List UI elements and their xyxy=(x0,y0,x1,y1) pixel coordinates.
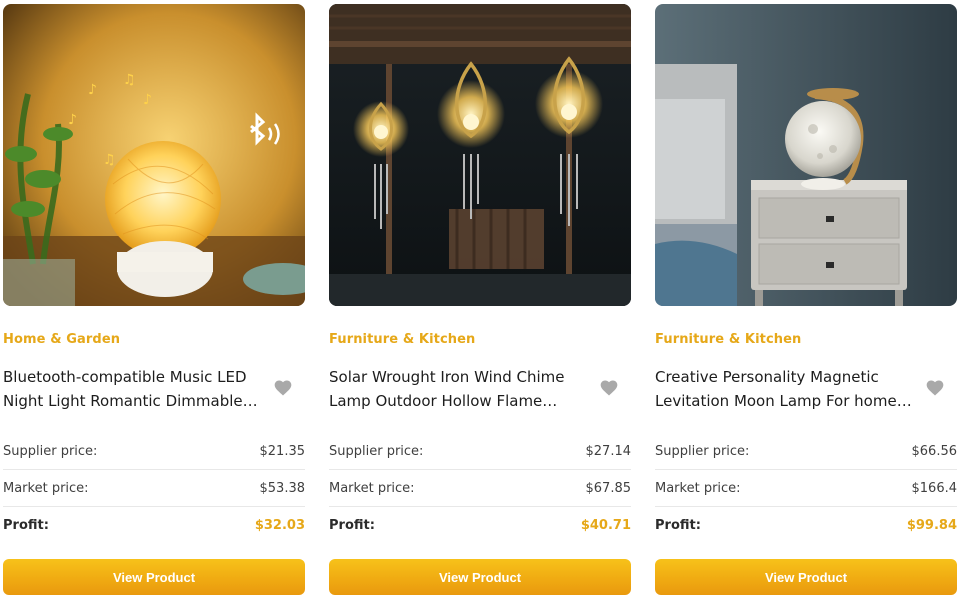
market-price-row: Market price: $53.38 xyxy=(3,470,305,507)
view-product-button[interactable]: View Product xyxy=(655,559,957,595)
profit-label: Profit: xyxy=(3,518,49,533)
svg-text:♫: ♫ xyxy=(103,152,116,168)
heart-icon[interactable] xyxy=(925,378,945,398)
product-title-row: Solar Wrought Iron Wind Chime Lamp Outdo… xyxy=(329,365,631,415)
product-image[interactable]: ♪ ♫ ♪ ♫ ♪ xyxy=(3,4,305,306)
product-category[interactable]: Home & Garden xyxy=(3,332,120,347)
profit-row: Profit: $40.71 xyxy=(329,507,631,544)
product-title-row: Bluetooth-compatible Music LED Night Lig… xyxy=(3,365,305,415)
view-product-button[interactable]: View Product xyxy=(329,559,631,595)
market-price-row: Market price: $166.4 xyxy=(655,470,957,507)
supplier-price-row: Supplier price: $27.14 xyxy=(329,433,631,470)
market-price-label: Market price: xyxy=(3,480,89,496)
moon-lamp-image xyxy=(655,4,957,306)
product-category[interactable]: Furniture & Kitchen xyxy=(655,332,801,347)
supplier-price-value: $21.35 xyxy=(259,443,306,459)
supplier-price-value: $27.14 xyxy=(585,443,632,459)
supplier-price-value: $66.56 xyxy=(911,443,958,459)
profit-label: Profit: xyxy=(655,518,701,533)
supplier-price-label: Supplier price: xyxy=(655,443,750,459)
product-grid: ♪ ♫ ♪ ♫ ♪ Home & Garden Bluetooth-compat… xyxy=(0,0,971,605)
profit-row: Profit: $32.03 xyxy=(3,507,305,544)
market-price-value: $166.4 xyxy=(911,480,958,496)
profit-value: $99.84 xyxy=(906,518,957,533)
profit-label: Profit: xyxy=(329,518,375,533)
product-card: Furniture & Kitchen Solar Wrought Iron W… xyxy=(329,4,631,601)
market-price-label: Market price: xyxy=(329,480,415,496)
profit-value: $32.03 xyxy=(254,518,305,533)
product-category[interactable]: Furniture & Kitchen xyxy=(329,332,475,347)
svg-text:♪: ♪ xyxy=(68,112,77,128)
product-image[interactable] xyxy=(329,4,631,306)
market-price-value: $53.38 xyxy=(259,480,306,496)
supplier-price-row: Supplier price: $21.35 xyxy=(3,433,305,470)
market-price-label: Market price: xyxy=(655,480,741,496)
product-title-row: Creative Personality Magnetic Levitation… xyxy=(655,365,957,415)
product-title[interactable]: Bluetooth-compatible Music LED Night Lig… xyxy=(3,365,261,413)
product-title[interactable]: Solar Wrought Iron Wind Chime Lamp Outdo… xyxy=(329,365,587,413)
svg-text:♪: ♪ xyxy=(88,82,97,98)
ball-night-light-image: ♪ ♫ ♪ ♫ ♪ xyxy=(3,4,305,306)
svg-text:♪: ♪ xyxy=(143,92,152,108)
wind-chime-lamp-image xyxy=(329,4,631,306)
market-price-value: $67.85 xyxy=(585,480,632,496)
view-product-button[interactable]: View Product xyxy=(3,559,305,595)
supplier-price-label: Supplier price: xyxy=(329,443,424,459)
product-card: Furniture & Kitchen Creative Personality… xyxy=(655,4,957,601)
supplier-price-row: Supplier price: $66.56 xyxy=(655,433,957,470)
profit-row: Profit: $99.84 xyxy=(655,507,957,544)
heart-icon[interactable] xyxy=(273,378,293,398)
market-price-row: Market price: $67.85 xyxy=(329,470,631,507)
product-image[interactable] xyxy=(655,4,957,306)
product-title[interactable]: Creative Personality Magnetic Levitation… xyxy=(655,365,913,413)
profit-value: $40.71 xyxy=(580,518,631,533)
svg-text:♫: ♫ xyxy=(123,72,136,88)
supplier-price-label: Supplier price: xyxy=(3,443,98,459)
heart-icon[interactable] xyxy=(599,378,619,398)
product-card: ♪ ♫ ♪ ♫ ♪ Home & Garden Bluetooth-compat… xyxy=(3,4,305,601)
